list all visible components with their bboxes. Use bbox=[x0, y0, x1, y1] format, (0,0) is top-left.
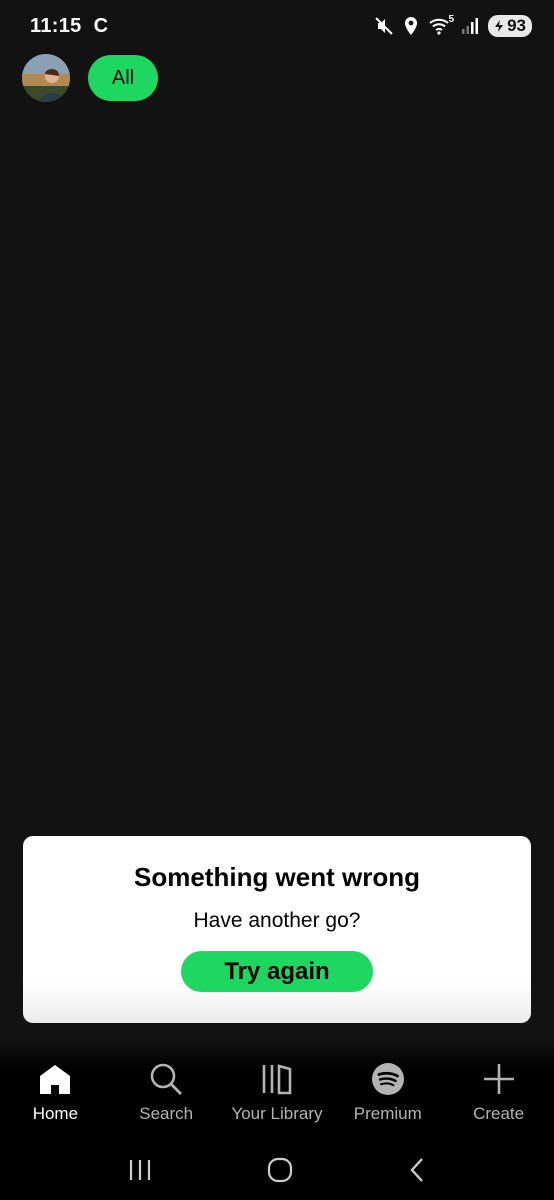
recents-icon[interactable] bbox=[127, 1158, 153, 1182]
nav-create-label: Create bbox=[473, 1104, 525, 1123]
battery-level: 93 bbox=[507, 16, 526, 35]
home-circle-icon[interactable] bbox=[267, 1157, 293, 1183]
avatar[interactable] bbox=[22, 54, 70, 102]
error-title: Something went wrong bbox=[134, 862, 420, 892]
carrier-glyph: C bbox=[93, 14, 109, 37]
spotify-icon bbox=[371, 1062, 405, 1096]
filter-row: All bbox=[22, 54, 158, 102]
nav-home-label: Home bbox=[32, 1104, 79, 1123]
back-icon[interactable] bbox=[407, 1157, 427, 1183]
status-left: 11:15 C bbox=[30, 15, 108, 38]
system-nav-bar bbox=[0, 1140, 554, 1200]
library-icon bbox=[260, 1062, 294, 1096]
wifi-band: 5 bbox=[448, 14, 455, 25]
home-icon bbox=[38, 1062, 72, 1096]
status-time: 11:15 bbox=[30, 14, 82, 37]
nav-create[interactable]: Create bbox=[444, 1062, 554, 1124]
nav-library[interactable]: Your Library bbox=[222, 1062, 332, 1124]
bottom-nav: Home Search Your Library Premium Create bbox=[0, 1040, 554, 1140]
battery-icon: 93 bbox=[488, 15, 532, 37]
error-subtitle: Have another go? bbox=[193, 909, 361, 932]
search-icon bbox=[149, 1062, 183, 1096]
nav-premium[interactable]: Premium bbox=[333, 1062, 443, 1124]
wifi-icon: 5 bbox=[428, 14, 455, 36]
location-icon bbox=[403, 16, 419, 36]
mute-icon bbox=[374, 16, 394, 36]
try-again-button[interactable]: Try again bbox=[181, 951, 373, 992]
nav-search[interactable]: Search bbox=[111, 1062, 221, 1124]
nav-home[interactable]: Home bbox=[0, 1062, 110, 1124]
nav-premium-label: Premium bbox=[353, 1104, 422, 1123]
nav-search-label: Search bbox=[139, 1104, 194, 1123]
error-card: Something went wrong Have another go? Tr… bbox=[23, 836, 531, 1023]
avatar-image bbox=[22, 54, 70, 102]
signal-icon bbox=[461, 17, 479, 35]
plus-icon bbox=[482, 1062, 516, 1096]
nav-library-label: Your Library bbox=[231, 1104, 323, 1123]
chip-all[interactable]: All bbox=[88, 55, 158, 101]
status-bar: 11:15 C 5 93 bbox=[0, 0, 554, 52]
status-right: 5 93 bbox=[374, 14, 532, 37]
